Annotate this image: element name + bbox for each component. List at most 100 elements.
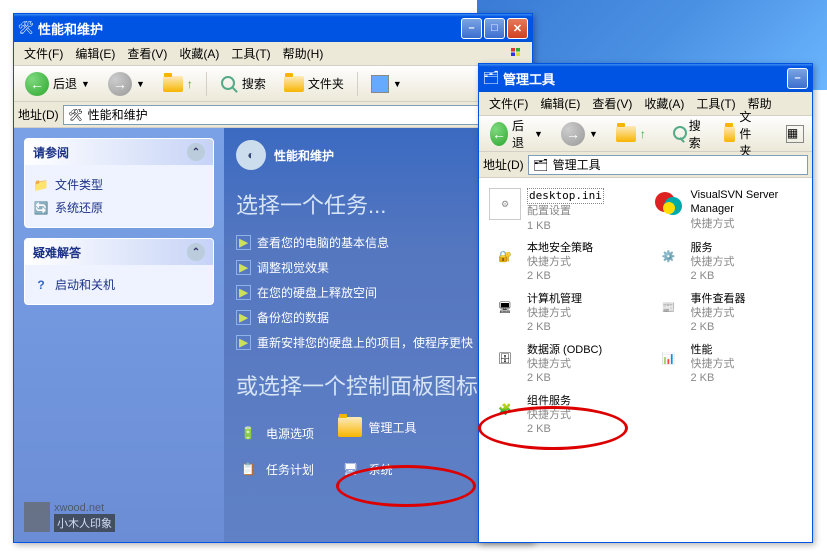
- file-desktop-ini[interactable]: ⚙desktop.ini配置设置1 KB: [487, 186, 641, 235]
- minimize-button[interactable]: –: [787, 68, 808, 89]
- performance-maintenance-window: 🛠 性能和维护 – □ ✕ 文件(F) 编辑(E) 查看(V) 收藏(A) 工具…: [13, 13, 533, 543]
- back-button[interactable]: ←后退▼: [483, 114, 550, 154]
- file-odbc[interactable]: 🗄数据源 (ODBC)快捷方式2 KB: [487, 341, 641, 388]
- views-icon: ▦: [786, 125, 804, 143]
- arrow-icon: ▶: [236, 260, 251, 275]
- help-icon: ?: [33, 277, 49, 293]
- menu-file[interactable]: 文件(F): [483, 93, 534, 114]
- search-button[interactable]: 搜索: [213, 72, 273, 96]
- troubleshoot-box: 疑难解答 ⌃ ?启动和关机: [24, 238, 214, 305]
- titlebar[interactable]: 🛠 性能和维护 – □ ✕: [14, 14, 532, 42]
- compmgmt-icon: 🖥: [489, 292, 521, 324]
- address-label: 地址(D): [483, 156, 524, 173]
- arrow-icon: ▶: [236, 335, 251, 350]
- window-icon: 🗂: [483, 70, 499, 86]
- menu-fav[interactable]: 收藏(A): [638, 93, 690, 114]
- menu-edit[interactable]: 编辑(E): [69, 43, 121, 64]
- cp-admin-tools[interactable]: 管理工具: [338, 415, 416, 439]
- menu-edit[interactable]: 编辑(E): [534, 93, 586, 114]
- toolbar: ←后退▼ →▼ ↑ 搜索 文件夹 ▦: [479, 116, 812, 152]
- window-title: 性能和维护: [38, 19, 461, 38]
- folders-button[interactable]: 文件夹: [277, 72, 351, 95]
- menubar: 文件(F) 编辑(E) 查看(V) 收藏(A) 工具(T) 帮助(H): [14, 42, 532, 66]
- file-area: ⚙desktop.ini配置设置1 KB VisualSVN Server Ma…: [479, 178, 812, 542]
- sidebar-item-filetypes[interactable]: 📁文件类型: [33, 173, 205, 196]
- file-event-viewer[interactable]: 📰事件查看器快捷方式2 KB: [651, 290, 805, 337]
- event-icon: 📰: [653, 292, 685, 324]
- admin-tools-icon: [338, 415, 362, 439]
- toolbar: ←后退▼ →▼ ↑ 搜索 文件夹 ▼: [14, 66, 532, 102]
- cp-power-options[interactable]: 🔋电源选项: [236, 421, 314, 445]
- arrow-icon: ▶: [236, 285, 251, 300]
- close-button[interactable]: ✕: [507, 18, 528, 39]
- perf-icon: 📊: [653, 343, 685, 375]
- ini-icon: ⚙: [489, 188, 521, 220]
- views-button[interactable]: ▼: [364, 72, 409, 96]
- menu-view[interactable]: 查看(V): [121, 43, 173, 64]
- svn-icon: [653, 188, 685, 220]
- forward-button[interactable]: →▼: [101, 69, 152, 99]
- watermark: xwood.net小木人印象: [24, 502, 214, 532]
- arrow-icon: ▶: [236, 235, 251, 250]
- up-button[interactable]: ↑: [609, 123, 653, 145]
- restore-icon: 🔄: [33, 200, 49, 216]
- menu-tools[interactable]: 工具(T): [225, 43, 276, 64]
- address-label: 地址(D): [18, 106, 59, 123]
- services-icon: ⚙️: [653, 241, 685, 273]
- sidebar-item-restore[interactable]: 🔄系统还原: [33, 196, 205, 219]
- search-icon: [672, 125, 685, 143]
- see-also-box: 请参阅 ⌃ 📁文件类型 🔄系统还原: [24, 138, 214, 228]
- address-icon: 🛠: [68, 107, 84, 123]
- sidebar: 请参阅 ⌃ 📁文件类型 🔄系统还原 疑难解答 ⌃ ?启动和关机 xwood.net小…: [14, 128, 224, 542]
- views-button[interactable]: ▦: [779, 122, 811, 146]
- minimize-button[interactable]: –: [461, 18, 482, 39]
- up-button[interactable]: ↑: [156, 73, 200, 95]
- forward-button[interactable]: →▼: [554, 119, 605, 149]
- maximize-button[interactable]: □: [484, 18, 505, 39]
- odbc-icon: 🗄: [489, 343, 521, 375]
- robot-icon: [24, 502, 50, 532]
- box-title: 疑难解答: [33, 244, 81, 261]
- folders-button[interactable]: 文件夹: [717, 105, 767, 162]
- address-input[interactable]: 🛠 性能和维护: [63, 105, 528, 125]
- address-bar: 地址(D) 🛠 性能和维护: [14, 102, 532, 128]
- address-value: 性能和维护: [88, 106, 148, 123]
- cp-scheduled-tasks[interactable]: 📋任务计划: [236, 457, 314, 481]
- address-input[interactable]: 🗂 管理工具: [528, 155, 808, 175]
- menu-fav[interactable]: 收藏(A): [173, 43, 225, 64]
- views-icon: [371, 75, 389, 93]
- file-local-security[interactable]: 🔐本地安全策略快捷方式2 KB: [487, 239, 641, 286]
- folders-icon: [724, 126, 735, 142]
- menu-view[interactable]: 查看(V): [586, 93, 638, 114]
- address-icon: 🗂: [533, 157, 549, 173]
- windows-flag-icon[interactable]: [504, 44, 528, 64]
- sidebar-item-startup[interactable]: ?启动和关机: [33, 273, 205, 296]
- menu-help[interactable]: 帮助(H): [277, 43, 330, 64]
- menu-file[interactable]: 文件(F): [18, 43, 69, 64]
- file-services[interactable]: ⚙️服务快捷方式2 KB: [651, 239, 805, 286]
- task-icon: 📋: [236, 457, 260, 481]
- admin-tools-window: 🗂 管理工具 – 文件(F) 编辑(E) 查看(V) 收藏(A) 工具(T) 帮…: [478, 63, 813, 543]
- security-icon: 🔐: [489, 241, 521, 273]
- address-bar: 地址(D) 🗂 管理工具: [479, 152, 812, 178]
- gauge-icon: ◐: [236, 140, 266, 170]
- collapse-icon[interactable]: ⌃: [187, 143, 205, 161]
- file-computer-mgmt[interactable]: 🖥计算机管理快捷方式2 KB: [487, 290, 641, 337]
- folder-icon: 📁: [33, 177, 49, 193]
- file-visualsvn[interactable]: VisualSVN Server Manager快捷方式: [651, 186, 805, 235]
- collapse-icon[interactable]: ⌃: [187, 243, 205, 261]
- window-icon: 🛠: [18, 20, 34, 36]
- folders-icon: [284, 76, 304, 92]
- box-title: 请参阅: [33, 144, 69, 161]
- arrow-icon: ▶: [236, 310, 251, 325]
- power-icon: 🔋: [236, 421, 260, 445]
- highlight-circle-odbc: [478, 406, 628, 450]
- titlebar[interactable]: 🗂 管理工具 –: [479, 64, 812, 92]
- search-icon: [220, 75, 238, 93]
- highlight-circle-admin-tools: [336, 465, 476, 507]
- search-button[interactable]: 搜索: [665, 114, 713, 154]
- file-performance[interactable]: 📊性能快捷方式2 KB: [651, 341, 805, 388]
- address-value: 管理工具: [553, 156, 601, 173]
- back-button[interactable]: ←后退▼: [18, 69, 97, 99]
- up-folder-icon: [616, 126, 636, 142]
